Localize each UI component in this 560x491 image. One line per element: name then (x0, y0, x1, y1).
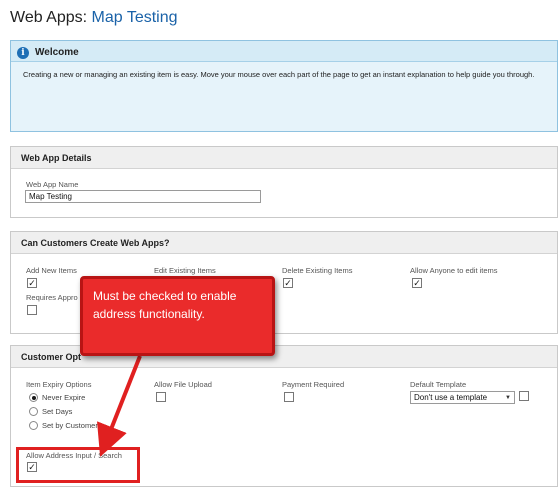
annotation-callout: Must be checked to enable address functi… (80, 276, 275, 356)
callout-arrow (97, 355, 142, 457)
